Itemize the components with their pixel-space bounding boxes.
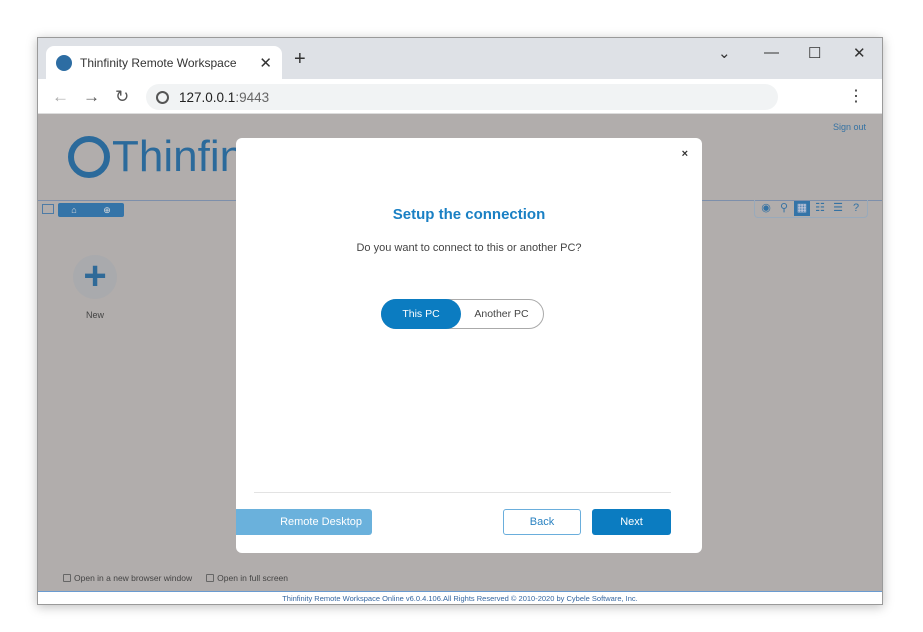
- reload-icon[interactable]: ↻: [115, 87, 129, 107]
- favicon-icon: [56, 54, 72, 71]
- minimize-button[interactable]: —: [764, 44, 779, 61]
- sidebar-toggle-icon[interactable]: [42, 204, 54, 214]
- eye-icon[interactable]: ◉: [758, 201, 774, 216]
- close-tab-icon[interactable]: ✕: [259, 54, 272, 72]
- address-bar: ← → ↻ 127.0.0.1:9443 ⋮: [38, 79, 882, 114]
- open-options: Open in a new browser window Open in ful…: [63, 573, 288, 583]
- new-tab-button[interactable]: +: [294, 48, 306, 71]
- grid-view-icon[interactable]: ▦: [794, 201, 810, 216]
- next-button[interactable]: Next: [592, 509, 671, 535]
- back-button[interactable]: Back: [503, 509, 581, 535]
- full-screen-checkbox[interactable]: Open in full screen: [206, 573, 288, 583]
- divider: [254, 492, 671, 493]
- sign-out-link[interactable]: Sign out: [833, 122, 866, 132]
- back-arrow-icon[interactable]: ←: [52, 87, 69, 107]
- tab-title: Thinfinity Remote Workspace: [80, 55, 237, 70]
- list-view-icon[interactable]: ☷: [812, 201, 828, 216]
- new-label: New: [86, 310, 105, 320]
- logo-icon: [68, 136, 110, 178]
- remote-desktop-button[interactable]: Remote Desktop: [236, 509, 372, 535]
- breadcrumb[interactable]: ⌂ ⊕: [58, 203, 124, 217]
- url-host: 127.0.0.1: [179, 89, 236, 105]
- url-port: :9443: [235, 89, 270, 105]
- help-icon[interactable]: ?: [848, 201, 864, 216]
- close-window-button[interactable]: ✕: [853, 44, 866, 62]
- view-toolbar: ◉ ⚲ ▦ ☷ ☰ ?: [754, 200, 868, 218]
- maximize-button[interactable]: ☐: [808, 44, 821, 62]
- tab-bar: Thinfinity Remote Workspace ✕ + ⌄ — ☐ ✕: [38, 38, 882, 79]
- new-connection-button[interactable]: +: [73, 255, 117, 299]
- this-pc-option[interactable]: This PC: [381, 299, 461, 329]
- close-dialog-button[interactable]: ×: [682, 148, 688, 160]
- tab-search-icon[interactable]: ⌄: [718, 44, 731, 62]
- kebab-menu-icon[interactable]: ⋮: [848, 86, 864, 106]
- search-icon[interactable]: ⚲: [776, 201, 792, 216]
- pc-toggle: This PC Another PC: [381, 299, 544, 329]
- browser-tab[interactable]: Thinfinity Remote Workspace ✕: [46, 46, 282, 79]
- another-pc-option[interactable]: Another PC: [460, 300, 543, 328]
- dialog-question: Do you want to connect to this or anothe…: [356, 242, 582, 254]
- url-input[interactable]: 127.0.0.1:9443: [146, 84, 778, 110]
- home-icon[interactable]: ⌂: [71, 205, 76, 215]
- globe-icon: [156, 90, 169, 104]
- add-circle-icon[interactable]: ⊕: [103, 205, 111, 216]
- setup-connection-dialog: × Setup the connection Do you want to co…: [236, 138, 702, 553]
- footer: Thinfinity Remote Workspace Online v6.0.…: [38, 591, 882, 604]
- dialog-title: Setup the connection: [392, 206, 546, 223]
- new-window-checkbox[interactable]: Open in a new browser window: [63, 573, 192, 583]
- forward-arrow-icon[interactable]: →: [83, 87, 100, 107]
- details-view-icon[interactable]: ☰: [830, 201, 846, 216]
